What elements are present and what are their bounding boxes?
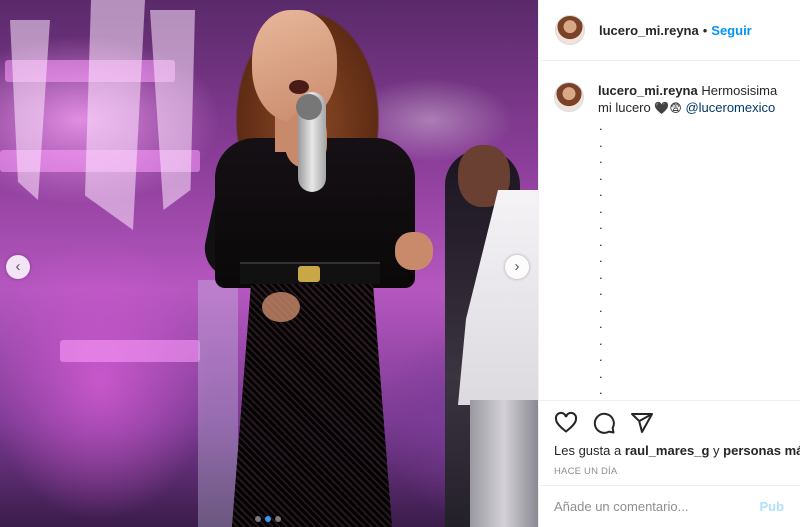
likes-others-link[interactable]: personas más — [723, 443, 800, 458]
caption-dot-line: . — [599, 349, 603, 364]
dancer-pants — [470, 400, 538, 527]
background-dancer — [198, 280, 238, 527]
stage-curtain — [85, 0, 145, 230]
likes-user-link[interactable]: raul_mares_g — [625, 443, 710, 458]
singer-hand — [395, 232, 433, 270]
skirt-cutout — [262, 292, 300, 322]
avatar[interactable] — [554, 82, 584, 112]
post-header: lucero_mi.reyna • Seguir — [539, 0, 800, 61]
caption-text: lucero_mi.reyna Hermosisima mi lucero 🖤😨… — [598, 82, 789, 117]
chevron-right-icon: › — [514, 258, 520, 275]
caption-dot-line: . — [599, 332, 603, 348]
likes-summary: Les gusta a raul_mares_g y personas más — [538, 435, 800, 458]
post-photo[interactable]: ‹ › — [0, 0, 538, 527]
caption-dot-line: . — [599, 184, 603, 199]
carousel-dot — [275, 516, 281, 522]
post-actions-section: Les gusta a raul_mares_g y personas más … — [538, 400, 800, 527]
likes-middle: y — [713, 443, 720, 458]
caption-dot-line: . — [599, 167, 603, 183]
comment-input[interactable] — [554, 499, 760, 514]
caption-dot-line: . — [599, 200, 603, 216]
caption: lucero_mi.reyna Hermosisima mi lucero 🖤😨… — [554, 82, 789, 117]
caption-dot-line: . — [599, 118, 603, 133]
caption-dot-line: . — [599, 250, 603, 265]
chevron-left-icon: ‹ — [15, 258, 21, 275]
heart-icon[interactable] — [554, 411, 578, 435]
likes-prefix: Les gusta a — [554, 443, 622, 458]
singer-skirt — [232, 282, 392, 527]
stage-curtain — [10, 20, 50, 200]
caption-dot-line: . — [599, 365, 603, 381]
carousel-dot-active — [265, 516, 271, 522]
caption-dot-line: . — [599, 217, 603, 232]
caption-emojis: 🖤😨 — [654, 101, 682, 115]
action-bar — [538, 401, 800, 435]
follow-button[interactable]: Seguir — [711, 23, 751, 38]
carousel-dot — [255, 516, 261, 522]
publish-button[interactable]: Pub — [759, 499, 784, 514]
stage-curtain — [150, 10, 195, 210]
caption-dot-lines: . . . . . . . . . . . . . . . . . — [599, 118, 603, 399]
share-icon[interactable] — [630, 411, 654, 435]
caption-dot-line: . — [599, 299, 603, 315]
post-timestamp[interactable]: HACE UN DÍA — [538, 458, 800, 477]
carousel-prev-button[interactable]: ‹ — [6, 255, 30, 279]
caption-dot-line: . — [599, 316, 603, 331]
caption-dot-line: . — [599, 233, 603, 249]
microphone-head — [296, 94, 322, 120]
caption-dot-line: . — [599, 151, 603, 166]
caption-dot-line: . — [599, 134, 603, 150]
comment-box: Pub — [538, 485, 800, 527]
stage-light — [60, 340, 200, 362]
caption-dot-line: . — [599, 382, 603, 397]
belt-buckle — [298, 266, 320, 282]
caption-username[interactable]: lucero_mi.reyna — [598, 83, 698, 98]
caption-dot-line: . — [599, 283, 603, 298]
carousel-next-button[interactable]: › — [505, 255, 529, 279]
header-username[interactable]: lucero_mi.reyna — [599, 23, 699, 38]
singer-mouth — [289, 80, 309, 94]
comment-icon[interactable] — [592, 411, 616, 435]
caption-dot-line: . — [599, 266, 603, 282]
caption-mention[interactable]: @luceromexico — [685, 100, 775, 115]
separator-dot: • — [702, 22, 708, 38]
avatar[interactable] — [555, 15, 585, 45]
carousel-indicator — [255, 516, 281, 522]
